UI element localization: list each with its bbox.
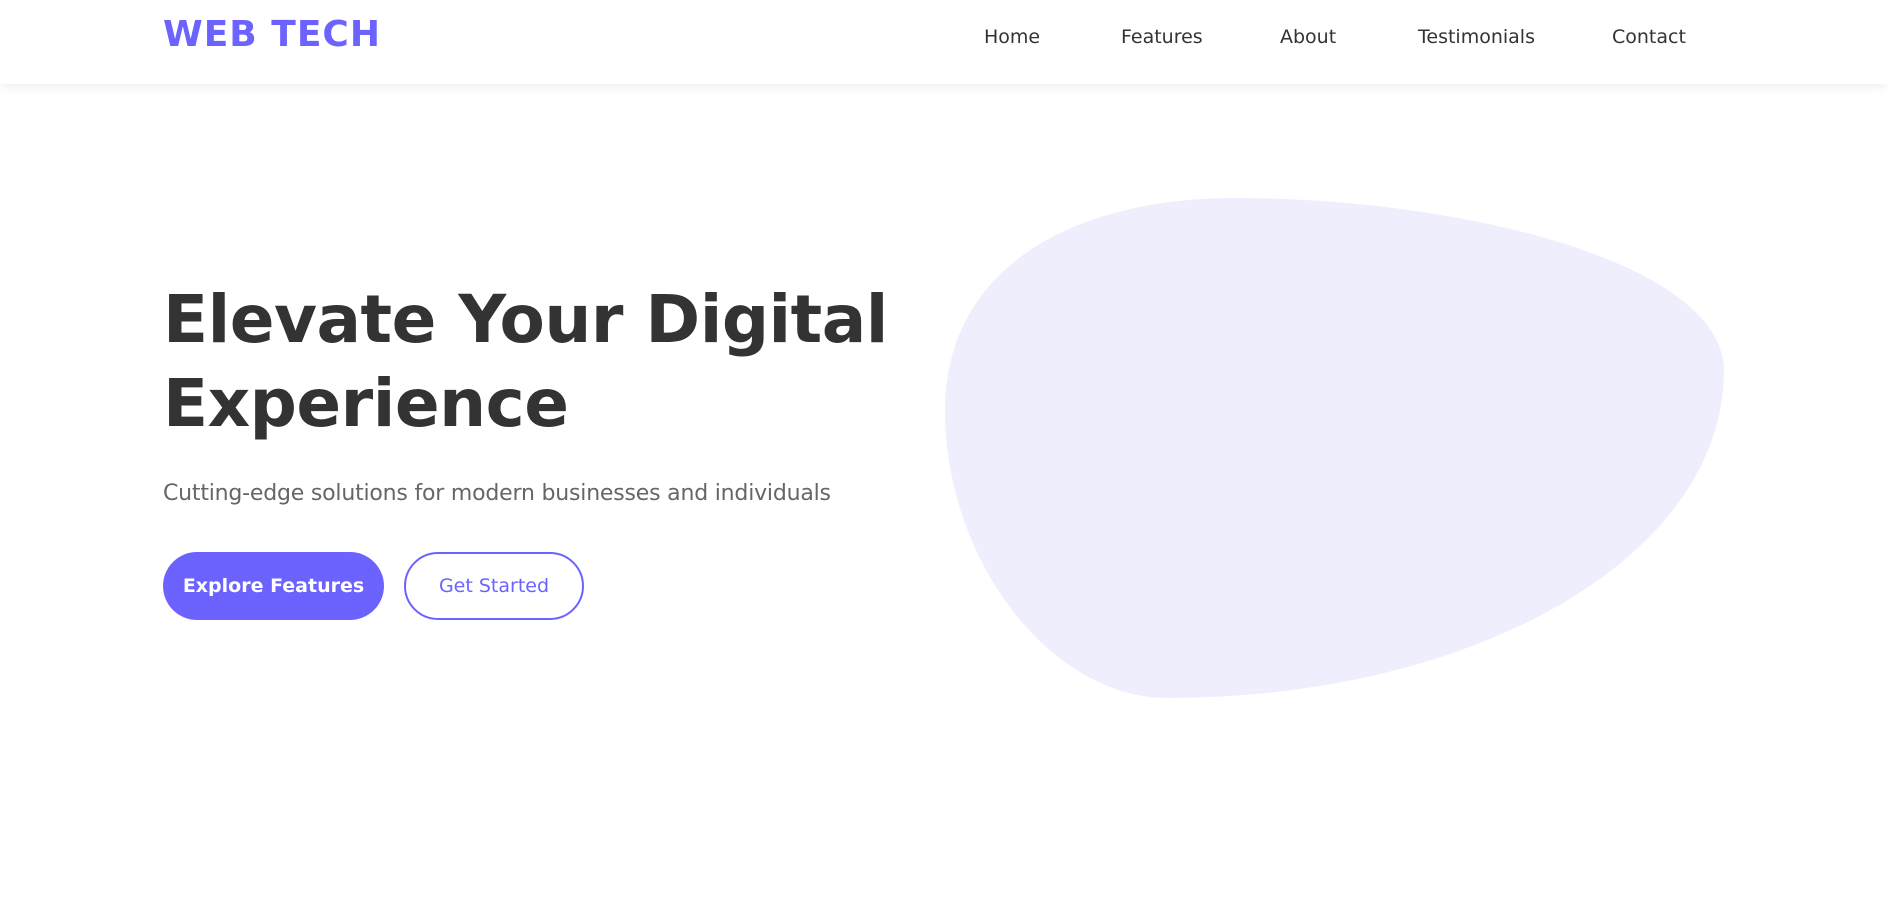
nav-link-contact[interactable]: Contact bbox=[1612, 24, 1686, 50]
get-started-button[interactable]: Get Started bbox=[404, 552, 584, 620]
nav-links: Home Features About Testimonials Contact bbox=[0, 24, 1887, 50]
hero-title-line2: Experience bbox=[163, 365, 569, 442]
nav-link-about[interactable]: About bbox=[1280, 24, 1336, 50]
landing-page: WEB TECH Home Features About Testimonial… bbox=[0, 0, 1887, 907]
blob-path bbox=[945, 198, 1725, 698]
hero-title-line1: Elevate Your Digital bbox=[163, 281, 888, 358]
explore-features-button[interactable]: Explore Features bbox=[163, 552, 384, 620]
hero-blob-shape bbox=[945, 198, 1725, 698]
top-navbar: WEB TECH Home Features About Testimonial… bbox=[0, 0, 1887, 84]
hero-title: Elevate Your Digital Experience bbox=[163, 278, 923, 446]
nav-link-features[interactable]: Features bbox=[1121, 24, 1203, 50]
nav-link-testimonials[interactable]: Testimonials bbox=[1418, 24, 1535, 50]
hero-subtitle: Cutting-edge solutions for modern busine… bbox=[163, 481, 831, 506]
nav-link-home[interactable]: Home bbox=[984, 24, 1040, 50]
